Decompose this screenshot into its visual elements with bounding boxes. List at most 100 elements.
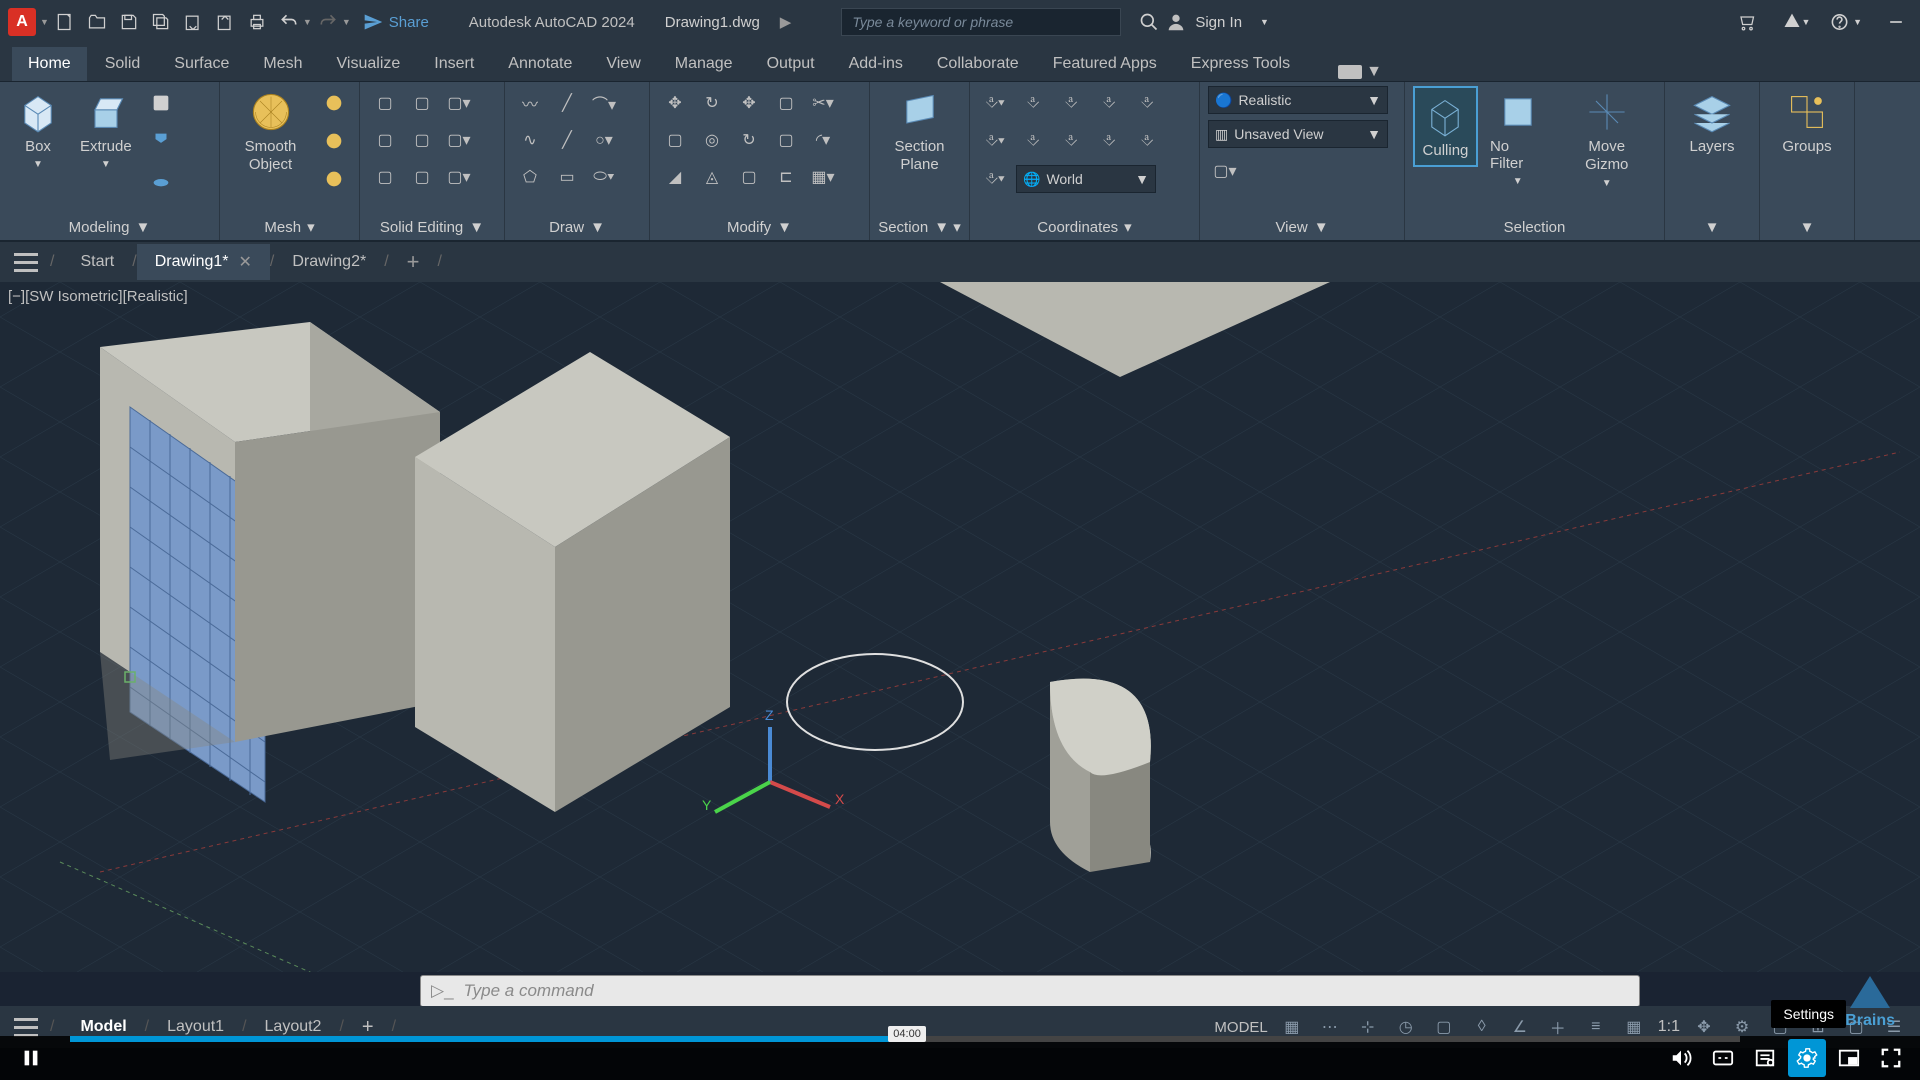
panel-label-mesh[interactable]: Mesh ▾ [228, 214, 351, 240]
align-3d-icon[interactable]: ▢ [769, 86, 803, 120]
polygon-icon[interactable]: ⬠ [513, 160, 547, 194]
ucs-combo[interactable]: 🌐 World▼ [1016, 165, 1156, 193]
captions-icon[interactable] [1704, 1039, 1742, 1077]
ucs-icon-7[interactable]: ⎀ [1016, 124, 1050, 158]
pip-icon[interactable] [1830, 1039, 1868, 1077]
rotate-3d-icon[interactable]: ↻ [695, 86, 729, 120]
print-icon[interactable] [241, 7, 273, 37]
doc-nav-icon[interactable]: ▶ [780, 13, 792, 31]
array-icon[interactable]: ▦▾ [806, 160, 840, 194]
ucs-icon-3[interactable]: ⎀ [1054, 86, 1088, 120]
visual-style-combo[interactable]: 🔵 Realistic▼ [1208, 86, 1388, 114]
redo-arrow[interactable]: ▼ [342, 17, 351, 27]
section-plane-button[interactable]: Section Plane [878, 86, 961, 178]
command-input[interactable]: ▷_ Type a command [420, 975, 1640, 1007]
ucs-icon-6[interactable]: ⎀▾ [978, 124, 1012, 158]
fullscreen-icon[interactable] [1872, 1039, 1910, 1077]
groups-button[interactable]: Groups [1774, 86, 1839, 159]
mirror-3d-icon[interactable]: ▢ [658, 123, 692, 157]
3dpoly-icon[interactable]: ╱ [550, 123, 584, 157]
mesh-more-icon[interactable] [317, 86, 351, 120]
panel-label-solid-editing[interactable]: Solid Editing ▼ [368, 215, 496, 240]
tab-home[interactable]: Home [12, 47, 87, 81]
extrude-button[interactable]: Extrude▼ [72, 86, 140, 174]
mesh-less-icon[interactable] [317, 124, 351, 158]
layers-button[interactable]: Layers [1681, 86, 1742, 159]
array-path-icon[interactable]: ▢ [769, 123, 803, 157]
autodesk-app-icon[interactable]: ▼ [1780, 7, 1812, 37]
open-icon[interactable] [81, 7, 113, 37]
progress-bar[interactable]: 04:00 [70, 1036, 1740, 1042]
settings-icon[interactable] [1788, 1039, 1826, 1077]
cart-icon[interactable] [1730, 7, 1762, 37]
circle-icon[interactable]: ○▾ [587, 123, 621, 157]
culling-button[interactable]: Culling [1413, 86, 1478, 167]
drawing-menu-icon[interactable] [10, 246, 42, 278]
search-input[interactable]: Type a keyword or phrase [841, 8, 1121, 36]
erase-icon[interactable]: ◢ [658, 160, 692, 194]
ribbon-dropdown-icon[interactable]: ▼ [1338, 63, 1382, 81]
cloud-open-icon[interactable] [177, 7, 209, 37]
panel-label-coordinates[interactable]: Coordinates ▾ [978, 214, 1191, 240]
ucs-icon-2[interactable]: ⎀ [1016, 86, 1050, 120]
panel-layers-expand[interactable]: ▼ [1673, 215, 1751, 240]
view-combo[interactable]: ▥ Unsaved View▼ [1208, 120, 1388, 148]
revolve-icon[interactable] [144, 162, 178, 196]
share-button[interactable]: Share [363, 12, 429, 32]
extrude-face-icon[interactable]: ▢ [368, 123, 402, 157]
tab-output[interactable]: Output [751, 47, 831, 81]
model-space-badge[interactable]: MODEL [1214, 1019, 1267, 1036]
ucs-icon-10[interactable]: ⎀ [1130, 124, 1164, 158]
new-icon[interactable] [49, 7, 81, 37]
app-menu-arrow[interactable]: ▼ [40, 17, 49, 27]
drawing1-tab[interactable]: Drawing1* ✕ [137, 244, 270, 280]
polysolid-icon[interactable] [144, 86, 178, 120]
help-icon[interactable]: ▼ [1830, 7, 1862, 37]
smooth-object-button[interactable]: Smooth Object [228, 86, 313, 178]
subtract-icon[interactable]: ▢ [405, 86, 439, 120]
tab-addins[interactable]: Add-ins [833, 47, 919, 81]
box-button[interactable]: Box▼ [8, 86, 68, 174]
undo-icon[interactable] [273, 7, 305, 37]
mesh-refine-icon[interactable] [317, 162, 351, 196]
ucs-icon-9[interactable]: ⎀ [1092, 124, 1126, 158]
trim-3d-icon[interactable]: ✂▾ [806, 86, 840, 120]
align-icon[interactable]: ◬ [695, 160, 729, 194]
volume-icon[interactable] [1662, 1039, 1700, 1077]
tab-solid[interactable]: Solid [89, 47, 157, 81]
tab-featured-apps[interactable]: Featured Apps [1037, 47, 1173, 81]
saveall-icon[interactable] [145, 7, 177, 37]
panel-label-draw[interactable]: Draw ▼ [513, 215, 641, 240]
tab-manage[interactable]: Manage [659, 47, 749, 81]
face-edit-icon[interactable]: ▢▾ [442, 123, 476, 157]
panel-label-section[interactable]: Section ▼ ▾ [878, 214, 961, 240]
thicken-icon[interactable]: ▢ [405, 160, 439, 194]
close-icon[interactable]: ✕ [239, 252, 252, 272]
signin-button[interactable]: Sign In ▼ [1165, 11, 1269, 33]
pause-icon[interactable] [12, 1039, 50, 1077]
cloud-save-icon[interactable] [209, 7, 241, 37]
union-icon[interactable]: ▢ [368, 86, 402, 120]
ucs-icon-8[interactable]: ⎀ [1054, 124, 1088, 158]
tab-collaborate[interactable]: Collaborate [921, 47, 1035, 81]
polyline-icon[interactable]: 〰 [513, 86, 547, 120]
panel-label-modeling[interactable]: Modeling ▼ [8, 215, 211, 240]
drawing2-tab[interactable]: Drawing2* [274, 245, 384, 279]
tab-view[interactable]: View [590, 47, 656, 81]
panel-groups-expand[interactable]: ▼ [1768, 215, 1846, 240]
new-drawing-tab[interactable]: + [389, 241, 438, 283]
move-gizmo-button[interactable]: Move Gizmo▼ [1557, 86, 1656, 193]
offset-icon[interactable]: ▢ [732, 160, 766, 194]
panel-label-view[interactable]: View ▼ [1208, 215, 1396, 240]
arc-icon[interactable]: ⌒▾ [587, 86, 621, 120]
spline-icon[interactable]: ∿ [513, 123, 547, 157]
taper-face-icon[interactable]: ▢ [405, 123, 439, 157]
no-filter-button[interactable]: No Filter▼ [1482, 86, 1554, 191]
undo-arrow[interactable]: ▼ [303, 17, 312, 27]
redo-icon[interactable] [312, 7, 344, 37]
tab-insert[interactable]: Insert [418, 47, 490, 81]
tab-surface[interactable]: Surface [158, 47, 245, 81]
rotate-icon[interactable]: ↻ [732, 123, 766, 157]
transcript-icon[interactable] [1746, 1039, 1784, 1077]
rectangle-icon[interactable]: ▭ [550, 160, 584, 194]
